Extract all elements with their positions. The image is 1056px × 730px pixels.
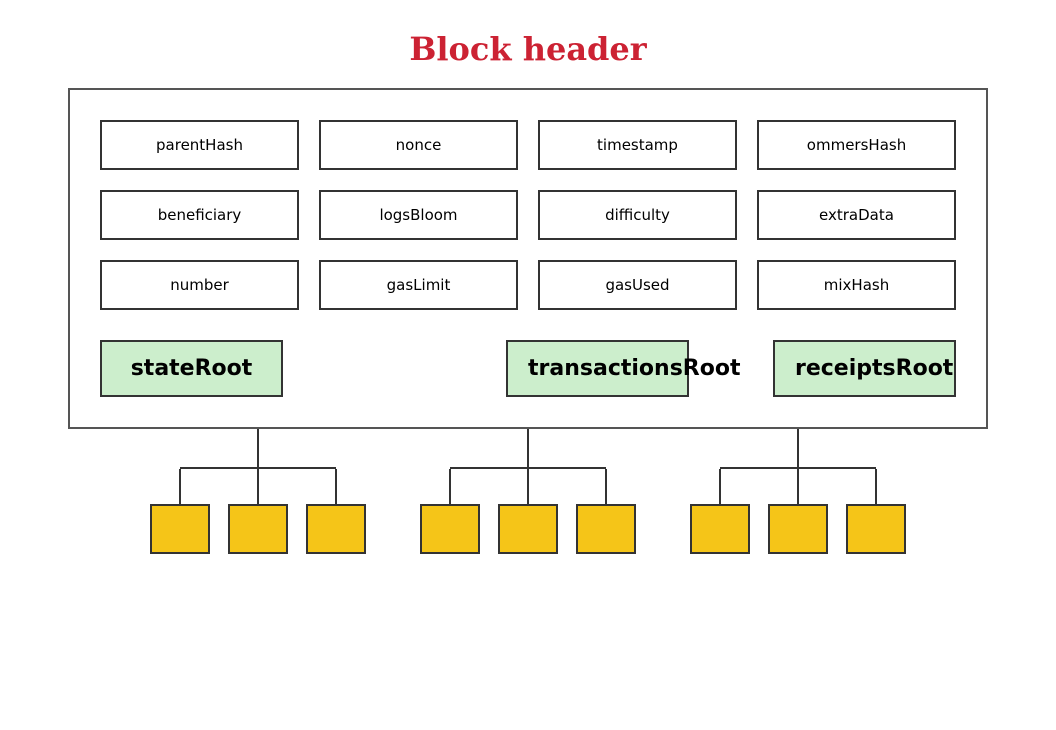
leaf-rec-1 [690,504,750,554]
leaf-col-rec-2 [768,469,828,554]
leaf-tx-2 [498,504,558,554]
field-parentHash: parentHash [100,120,299,170]
row-1: parentHash nonce timestamp ommersHash [100,120,956,170]
v-line-r3 [875,469,877,504]
tree-receiptsRoot [690,429,906,554]
leaf-tx-1 [420,504,480,554]
leaf-col-state-2 [228,469,288,554]
leaf-tx-3 [576,504,636,554]
field-mixHash: mixHash [757,260,956,310]
leaf-col-state-3 [306,469,366,554]
tree-stateRoot [150,429,366,554]
leaf-rec-2 [768,504,828,554]
leaf-state-1 [150,504,210,554]
leaf-rec-3 [846,504,906,554]
v-line-tx [527,429,529,467]
v-line-s2 [257,469,259,504]
trees-row [68,429,988,554]
h-connector-tx [450,467,606,469]
v-line-s3 [335,469,337,504]
leaf-col-rec-3 [846,469,906,554]
field-difficulty: difficulty [538,190,737,240]
tree-transactionsRoot [420,429,636,554]
grid-rows: parentHash nonce timestamp ommersHash be… [100,120,956,397]
v-line-t2 [527,469,529,504]
field-extraData: extraData [757,190,956,240]
leaf-col-state-1 [150,469,210,554]
v-line-r1 [719,469,721,504]
outer-box: parentHash nonce timestamp ommersHash be… [68,88,988,429]
h-connector-rec [720,467,876,469]
leaves-state [150,469,366,554]
v-line-t1 [449,469,451,504]
row-3: number gasLimit gasUsed mixHash [100,260,956,310]
field-number: number [100,260,299,310]
field-logsBloom: logsBloom [319,190,518,240]
v-line-s1 [179,469,181,504]
root-receiptsRoot: receiptsRoot [773,340,956,397]
leaf-col-rec-1 [690,469,750,554]
field-timestamp: timestamp [538,120,737,170]
field-nonce: nonce [319,120,518,170]
field-ommersHash: ommersHash [757,120,956,170]
v-line-state [257,429,259,467]
root-stateRoot: stateRoot [100,340,283,397]
leaves-tx [420,469,636,554]
field-gasUsed: gasUsed [538,260,737,310]
row-2: beneficiary logsBloom difficulty extraDa… [100,190,956,240]
leaf-state-2 [228,504,288,554]
page-title: Block header [0,0,1056,88]
v-line-r2 [797,469,799,504]
v-line-rec [797,429,799,467]
leaf-state-3 [306,504,366,554]
h-connector-state [180,467,336,469]
root-transactionsRoot: transactionsRoot [506,340,689,397]
v-line-t3 [605,469,607,504]
roots-row: stateRoot transactionsRoot receiptsRoot [100,340,956,397]
leaf-col-tx-1 [420,469,480,554]
field-gasLimit: gasLimit [319,260,518,310]
leaf-col-tx-3 [576,469,636,554]
field-beneficiary: beneficiary [100,190,299,240]
leaves-rec [690,469,906,554]
leaf-col-tx-2 [498,469,558,554]
trees-area [68,429,988,554]
